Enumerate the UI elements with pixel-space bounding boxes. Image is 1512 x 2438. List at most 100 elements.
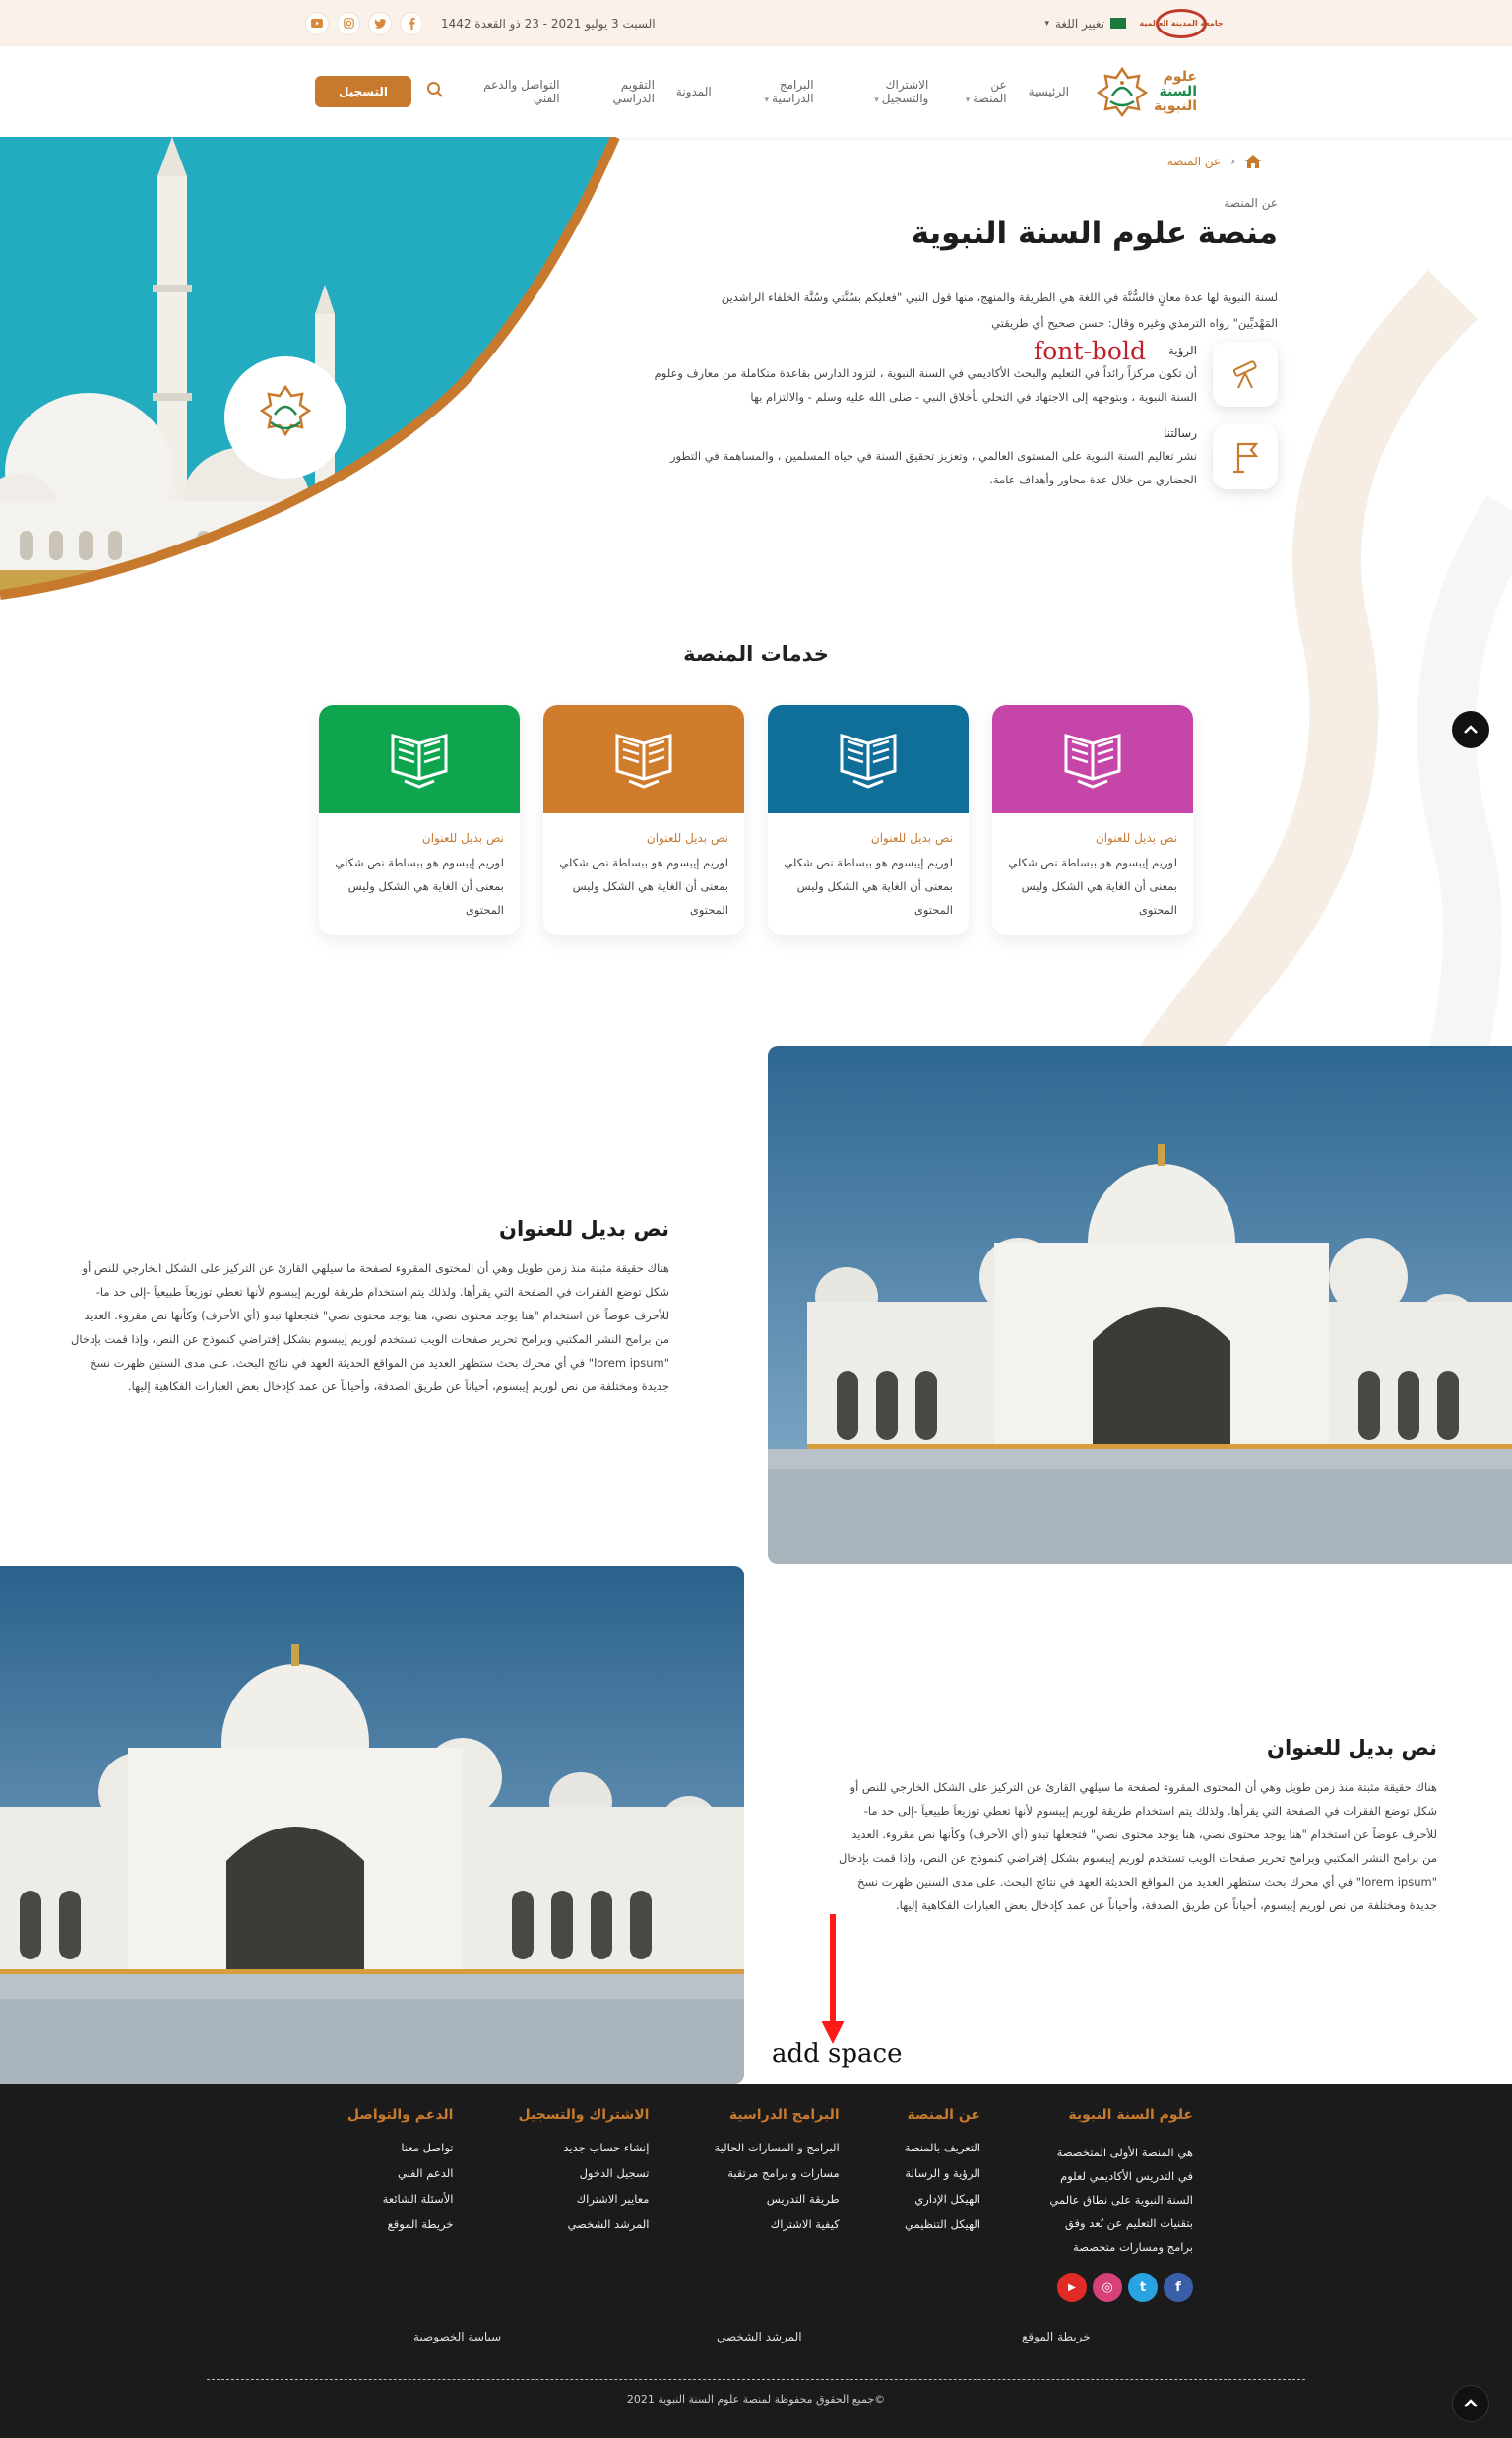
footer-link[interactable]: الهيكل التنظيمي	[905, 2217, 980, 2231]
services-title: خدمات المنصة	[683, 642, 829, 666]
open-book-icon	[1064, 733, 1121, 789]
service-card-title: نص بديل للعنوان	[421, 831, 504, 845]
chevron-up-icon	[1464, 725, 1478, 734]
content-block-2: نص بديل للعنوان هناك حقيقة مثبتة منذ زمن…	[837, 1736, 1437, 1917]
nav-item-programs[interactable]: البرامج الدراسية▾	[733, 78, 814, 105]
instagram-icon[interactable]	[337, 11, 360, 35]
register-button[interactable]: التسجيل	[315, 76, 411, 107]
nav-item-calendar[interactable]: التقويم الدراسي	[582, 78, 654, 105]
service-card[interactable]: نص بديل للعنوان لوريم إيبسوم هو ببساطة ن…	[319, 705, 520, 935]
nav-item-about[interactable]: عن المنصة▾	[950, 78, 1007, 105]
footer-link[interactable]: المرشد الشخصي	[518, 2217, 649, 2231]
footer-brand: علوم السنة النبوية هي المنصة الأولى المت…	[1045, 2107, 1193, 2302]
university-logo-text: جامعة المدينة العالمية	[1139, 19, 1224, 28]
footer-link[interactable]: كيفية الاشتراك	[714, 2217, 840, 2231]
saudi-flag-icon	[1110, 18, 1126, 29]
page-title: منصة علوم السنة النبوية	[911, 216, 1278, 251]
chevron-down-icon: ▾	[965, 96, 971, 105]
footer-divider	[207, 2379, 1305, 2380]
logo-word-1: علوم	[1163, 68, 1197, 85]
youtube-icon[interactable]	[305, 11, 329, 35]
content-title-2: نص بديل للعنوان	[1267, 1736, 1437, 1760]
nav-item-support[interactable]: التواصل والدعم الفني	[462, 78, 559, 105]
footer-link[interactable]: خريطة الموقع	[347, 2217, 454, 2231]
university-logo[interactable]: جامعة المدينة العالمية	[1139, 8, 1224, 38]
back-to-top-button[interactable]	[1452, 2385, 1489, 2422]
sitemap-link[interactable]: خريطة الموقع	[1022, 2330, 1091, 2343]
footer-link[interactable]: تواصل معنا	[347, 2141, 453, 2154]
mosque-image-1	[768, 1046, 1512, 1564]
footer-col-programs: البرامج الدراسية البرامج و المسارات الحا…	[714, 2107, 839, 2302]
facebook-icon[interactable]	[400, 11, 423, 35]
twitter-icon[interactable]	[368, 11, 392, 35]
footer-link[interactable]: تسجيل الدخول	[518, 2166, 650, 2180]
service-card[interactable]: نص بديل للعنوان لوريم إيبسوم هو ببساطة ن…	[768, 705, 969, 935]
open-book-icon	[615, 733, 672, 789]
language-switcher[interactable]: تغيير اللغة ▾	[1044, 17, 1126, 31]
twitter-icon[interactable]: t	[1128, 2273, 1158, 2302]
main-navigation: علوم السنة النبوية الرئيسية عن المنصة▾ ا…	[0, 46, 1512, 137]
chevron-down-icon: ▾	[1044, 18, 1049, 29]
star-mosque-logo-icon	[1096, 66, 1149, 118]
service-card-header	[768, 705, 969, 813]
nav-item-home[interactable]: الرئيسية	[1029, 85, 1069, 98]
add-space-annotation: add space	[772, 2039, 903, 2069]
mission-block: رسالتنا نشر تعاليم السنة النبوية على الم…	[648, 424, 1278, 491]
footer-col-title: البرامج الدراسية	[728, 2107, 840, 2123]
nav-item-subscription[interactable]: الاشتراك والتسجيل▾	[836, 78, 928, 105]
footer-link[interactable]: الدعم الفني	[347, 2166, 453, 2180]
telescope-icon	[1213, 342, 1278, 407]
copyright: ©جميع الحقوق محفوظة لمنصة علوم السنة الن…	[626, 2393, 886, 2406]
home-icon[interactable]	[1245, 155, 1261, 168]
content-block-1: نص بديل للعنوان هناك حقيقة مثبتة منذ زمن…	[69, 1217, 669, 1398]
content-text-1: هناك حقيقة مثبتة منذ زمن طويل وهي أن الم…	[71, 1261, 669, 1393]
service-card-header	[543, 705, 744, 813]
footer-link[interactable]: الرؤية و الرسالة	[905, 2166, 980, 2180]
breadcrumb-current[interactable]: عن المنصة	[1167, 155, 1222, 168]
site-logo[interactable]: علوم السنة النبوية	[1096, 66, 1197, 118]
privacy-policy-link[interactable]: سياسة الخصوصية	[413, 2330, 501, 2343]
mission-text: نشر تعاليم السنة النبوية على المستوى الع…	[669, 449, 1197, 486]
service-card-header	[992, 705, 1193, 813]
footer-link[interactable]: إنشاء حساب جديد	[518, 2141, 649, 2154]
open-book-icon	[391, 733, 448, 789]
service-card[interactable]: نص بديل للعنوان لوريم إيبسوم هو ببساطة ن…	[543, 705, 744, 935]
youtube-icon[interactable]: ▶	[1057, 2273, 1087, 2302]
nav-menu: الرئيسية عن المنصة▾ الاشتراك والتسجيل▾ ا…	[462, 78, 1069, 105]
personal-guide-link[interactable]: المرشد الشخصي	[717, 2330, 802, 2343]
service-card-title: نص بديل للعنوان	[646, 831, 728, 845]
service-card-text: لوريم إيبسوم هو ببساطة نص شكلي بمعنى أن …	[1008, 856, 1177, 917]
footer: علوم السنة النبوية هي المنصة الأولى المت…	[0, 2084, 1512, 2438]
current-date: السبت 3 يوليو 2021 - 23 ذو القعدة 1442	[441, 16, 656, 31]
footer-link[interactable]: مسارات و برامج مرتقبة	[714, 2166, 840, 2180]
footer-link[interactable]: التعريف بالمنصة	[905, 2141, 980, 2154]
chevron-left-icon: ‹	[1230, 155, 1235, 168]
service-card-text: لوريم إيبسوم هو ببساطة نص شكلي بمعنى أن …	[559, 856, 728, 917]
mission-title: رسالتنا	[1163, 426, 1197, 440]
services-cards: نص بديل للعنوان لوريم إيبسوم هو ببساطة ن…	[319, 705, 1193, 935]
search-icon[interactable]	[423, 81, 444, 102]
chevron-up-icon	[1464, 2399, 1478, 2407]
instagram-icon[interactable]: ◎	[1093, 2273, 1122, 2302]
service-card[interactable]: نص بديل للعنوان لوريم إيبسوم هو ببساطة ن…	[992, 705, 1193, 935]
mosque-image-2	[0, 1566, 744, 2084]
facebook-icon[interactable]: f	[1164, 2273, 1193, 2302]
footer-col-title: الاشتراك والتسجيل	[518, 2107, 650, 2123]
logo-word-3: النبوية	[1153, 97, 1197, 114]
footer-link[interactable]: معايير الاشتراك	[518, 2192, 650, 2206]
scroll-up-button[interactable]	[1452, 711, 1489, 748]
language-label: تغيير اللغة	[1055, 16, 1104, 31]
footer-link[interactable]: طريقة التدريس	[714, 2192, 840, 2206]
content-title-1: نص بديل للعنوان	[499, 1217, 669, 1241]
breadcrumb: ‹ عن المنصة	[1167, 155, 1261, 168]
service-card-header	[319, 705, 520, 813]
footer-link[interactable]: البرامج و المسارات الحالية	[714, 2141, 839, 2154]
arrow-down-annotation-icon	[821, 1914, 845, 2044]
footer-link[interactable]: الأسئلة الشائعة	[347, 2192, 454, 2206]
about-description: لسنة النبوية لها عدة معانٍ فالسُّنَّة في…	[721, 290, 1278, 330]
nav-item-blog[interactable]: المدونة	[676, 85, 712, 98]
logo-word-2: السنة	[1159, 83, 1197, 99]
font-bold-annotation: font-bold	[1034, 337, 1146, 365]
footer-link[interactable]: الهيكل الإداري	[905, 2192, 980, 2206]
footer-col-about: عن المنصة التعريف بالمنصة الرؤية و الرسا…	[905, 2107, 980, 2302]
